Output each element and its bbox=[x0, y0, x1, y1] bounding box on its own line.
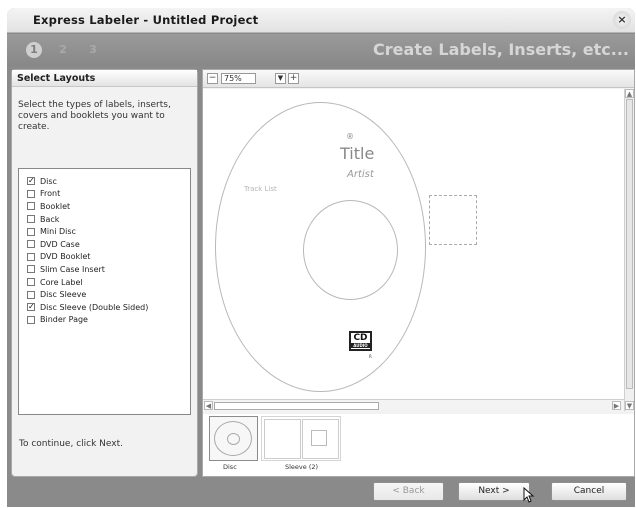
thumbnail-disc[interactable] bbox=[209, 416, 258, 461]
layout-item-label: DVD Booklet bbox=[40, 252, 91, 262]
sleeve-back-icon bbox=[302, 419, 339, 459]
scroll-up-icon[interactable]: ▲ bbox=[625, 89, 634, 98]
layout-item-mini-disc[interactable]: Mini Disc bbox=[19, 225, 190, 238]
checkbox[interactable] bbox=[27, 215, 35, 224]
layout-item-label: Front bbox=[40, 189, 61, 199]
cancel-button[interactable]: Cancel bbox=[551, 482, 627, 501]
title-bar[interactable]: Express Labeler - Untitled Project × bbox=[7, 8, 635, 33]
vertical-scroll-thumb[interactable] bbox=[626, 99, 633, 389]
layout-item-dvd-case[interactable]: DVD Case bbox=[19, 238, 190, 251]
vertical-scrollbar[interactable]: ▲ ▼ bbox=[624, 89, 634, 411]
thumbnail-sleeve[interactable] bbox=[261, 416, 341, 461]
checkbox[interactable] bbox=[27, 252, 35, 261]
layout-item-label: Core Label bbox=[40, 277, 83, 287]
scroll-left-icon[interactable]: ◀ bbox=[204, 401, 213, 410]
zoom-out-button[interactable]: − bbox=[207, 73, 218, 84]
step-bar: 1 2 3 Create Labels, Inserts, etc... bbox=[7, 34, 635, 66]
checkbox-checked[interactable]: ✓ bbox=[27, 303, 35, 312]
layout-item-slim-case-insert[interactable]: Slim Case Insert bbox=[19, 263, 190, 276]
layout-item-dvd-booklet[interactable]: DVD Booklet bbox=[19, 251, 190, 264]
mouse-cursor-icon bbox=[523, 487, 535, 503]
panel-description: Select the types of labels, inserts, cov… bbox=[18, 100, 171, 132]
track-list-text[interactable]: Track List bbox=[244, 185, 277, 193]
cd-audio-logo-icon[interactable]: CD AUDIO bbox=[349, 331, 372, 351]
layout-thumbnails: Disc Sleeve (2) bbox=[203, 414, 634, 476]
cd-logo-mark: R bbox=[369, 354, 372, 359]
thumbnail-label: Disc bbox=[223, 463, 237, 471]
layout-item-label: DVD Case bbox=[40, 239, 80, 249]
horizontal-scroll-thumb[interactable] bbox=[214, 402, 379, 410]
window-title: Express Labeler - Untitled Project bbox=[33, 13, 259, 27]
zoom-in-button[interactable]: + bbox=[288, 73, 299, 84]
layout-item-label: Mini Disc bbox=[40, 227, 76, 237]
layout-item-label: Disc Sleeve bbox=[40, 290, 87, 300]
checkbox[interactable] bbox=[27, 240, 35, 249]
layout-item-label: Booklet bbox=[40, 201, 71, 211]
checkbox[interactable] bbox=[27, 278, 35, 287]
image-placeholder[interactable] bbox=[429, 195, 477, 245]
label-canvas[interactable]: ® Title Artist Track List CD AUDIO R bbox=[203, 89, 624, 399]
checkbox[interactable] bbox=[27, 315, 35, 324]
sleeve-front-icon bbox=[264, 419, 301, 459]
layout-item-disc[interactable]: ✓ Disc bbox=[19, 175, 190, 188]
checkbox[interactable] bbox=[27, 265, 35, 274]
layout-list: ✓ Disc Front Booklet Back Mini Disc DVD C… bbox=[18, 168, 191, 415]
layout-item-core-label[interactable]: Core Label bbox=[19, 276, 190, 289]
layout-item-booklet[interactable]: Booklet bbox=[19, 200, 190, 213]
layout-item-label: Binder Page bbox=[40, 315, 88, 325]
close-icon[interactable]: × bbox=[613, 11, 631, 29]
cd-logo-subtext: AUDIO bbox=[351, 343, 370, 348]
step-3-indicator: 3 bbox=[89, 43, 97, 56]
checkbox[interactable] bbox=[27, 290, 35, 299]
checkbox-checked[interactable]: ✓ bbox=[27, 177, 35, 186]
checkbox[interactable] bbox=[27, 202, 35, 211]
disc-label-preview[interactable]: ® Title Artist Track List CD AUDIO R bbox=[215, 102, 477, 392]
layout-item-front[interactable]: Front bbox=[19, 188, 190, 201]
disc-artist-text[interactable]: Artist bbox=[347, 169, 374, 180]
layout-item-disc-sleeve-double[interactable]: ✓ Disc Sleeve (Double Sided) bbox=[19, 301, 190, 314]
next-button[interactable]: Next > bbox=[458, 482, 530, 501]
step-2-indicator: 2 bbox=[59, 43, 67, 56]
layout-item-label: Disc bbox=[40, 176, 57, 186]
layout-item-label: Disc Sleeve (Double Sided) bbox=[40, 302, 149, 312]
copyright-mark: ® bbox=[346, 132, 354, 141]
horizontal-scrollbar[interactable]: ◀ ▶ bbox=[203, 399, 624, 411]
express-labeler-window: Express Labeler - Untitled Project × 1 2… bbox=[7, 8, 635, 507]
preview-panel: − 75% ▼ + ® Title Artist Track List CD A… bbox=[202, 69, 635, 477]
zoom-toolbar: − 75% ▼ + bbox=[203, 70, 634, 88]
layout-item-label: Back bbox=[40, 214, 60, 224]
checkbox[interactable] bbox=[27, 189, 35, 198]
zoom-dropdown-icon[interactable]: ▼ bbox=[275, 73, 286, 84]
scroll-right-icon[interactable]: ▶ bbox=[612, 401, 621, 410]
layout-item-disc-sleeve[interactable]: Disc Sleeve bbox=[19, 288, 190, 301]
step-1-indicator: 1 bbox=[26, 42, 42, 58]
disc-title-text[interactable]: Title bbox=[340, 144, 374, 163]
checkbox[interactable] bbox=[27, 227, 35, 236]
cd-logo-text: CD bbox=[353, 333, 368, 343]
thumbnail-label: Sleeve (2) bbox=[285, 463, 319, 471]
scroll-down-icon[interactable]: ▼ bbox=[625, 401, 634, 410]
layout-item-back[interactable]: Back bbox=[19, 213, 190, 226]
disc-thumbnail-icon bbox=[214, 421, 252, 456]
disc-inner-ring bbox=[303, 200, 398, 300]
step-heading: Create Labels, Inserts, etc... bbox=[373, 40, 629, 59]
continue-hint: To continue, click Next. bbox=[19, 439, 123, 449]
select-layouts-panel: Select Layouts Select the types of label… bbox=[11, 69, 198, 477]
zoom-level-field[interactable]: 75% bbox=[221, 73, 256, 84]
layout-item-label: Slim Case Insert bbox=[40, 264, 105, 274]
back-button[interactable]: < Back bbox=[373, 482, 444, 501]
panel-header: Select Layouts bbox=[12, 70, 197, 87]
layout-item-binder-page[interactable]: Binder Page bbox=[19, 314, 190, 327]
